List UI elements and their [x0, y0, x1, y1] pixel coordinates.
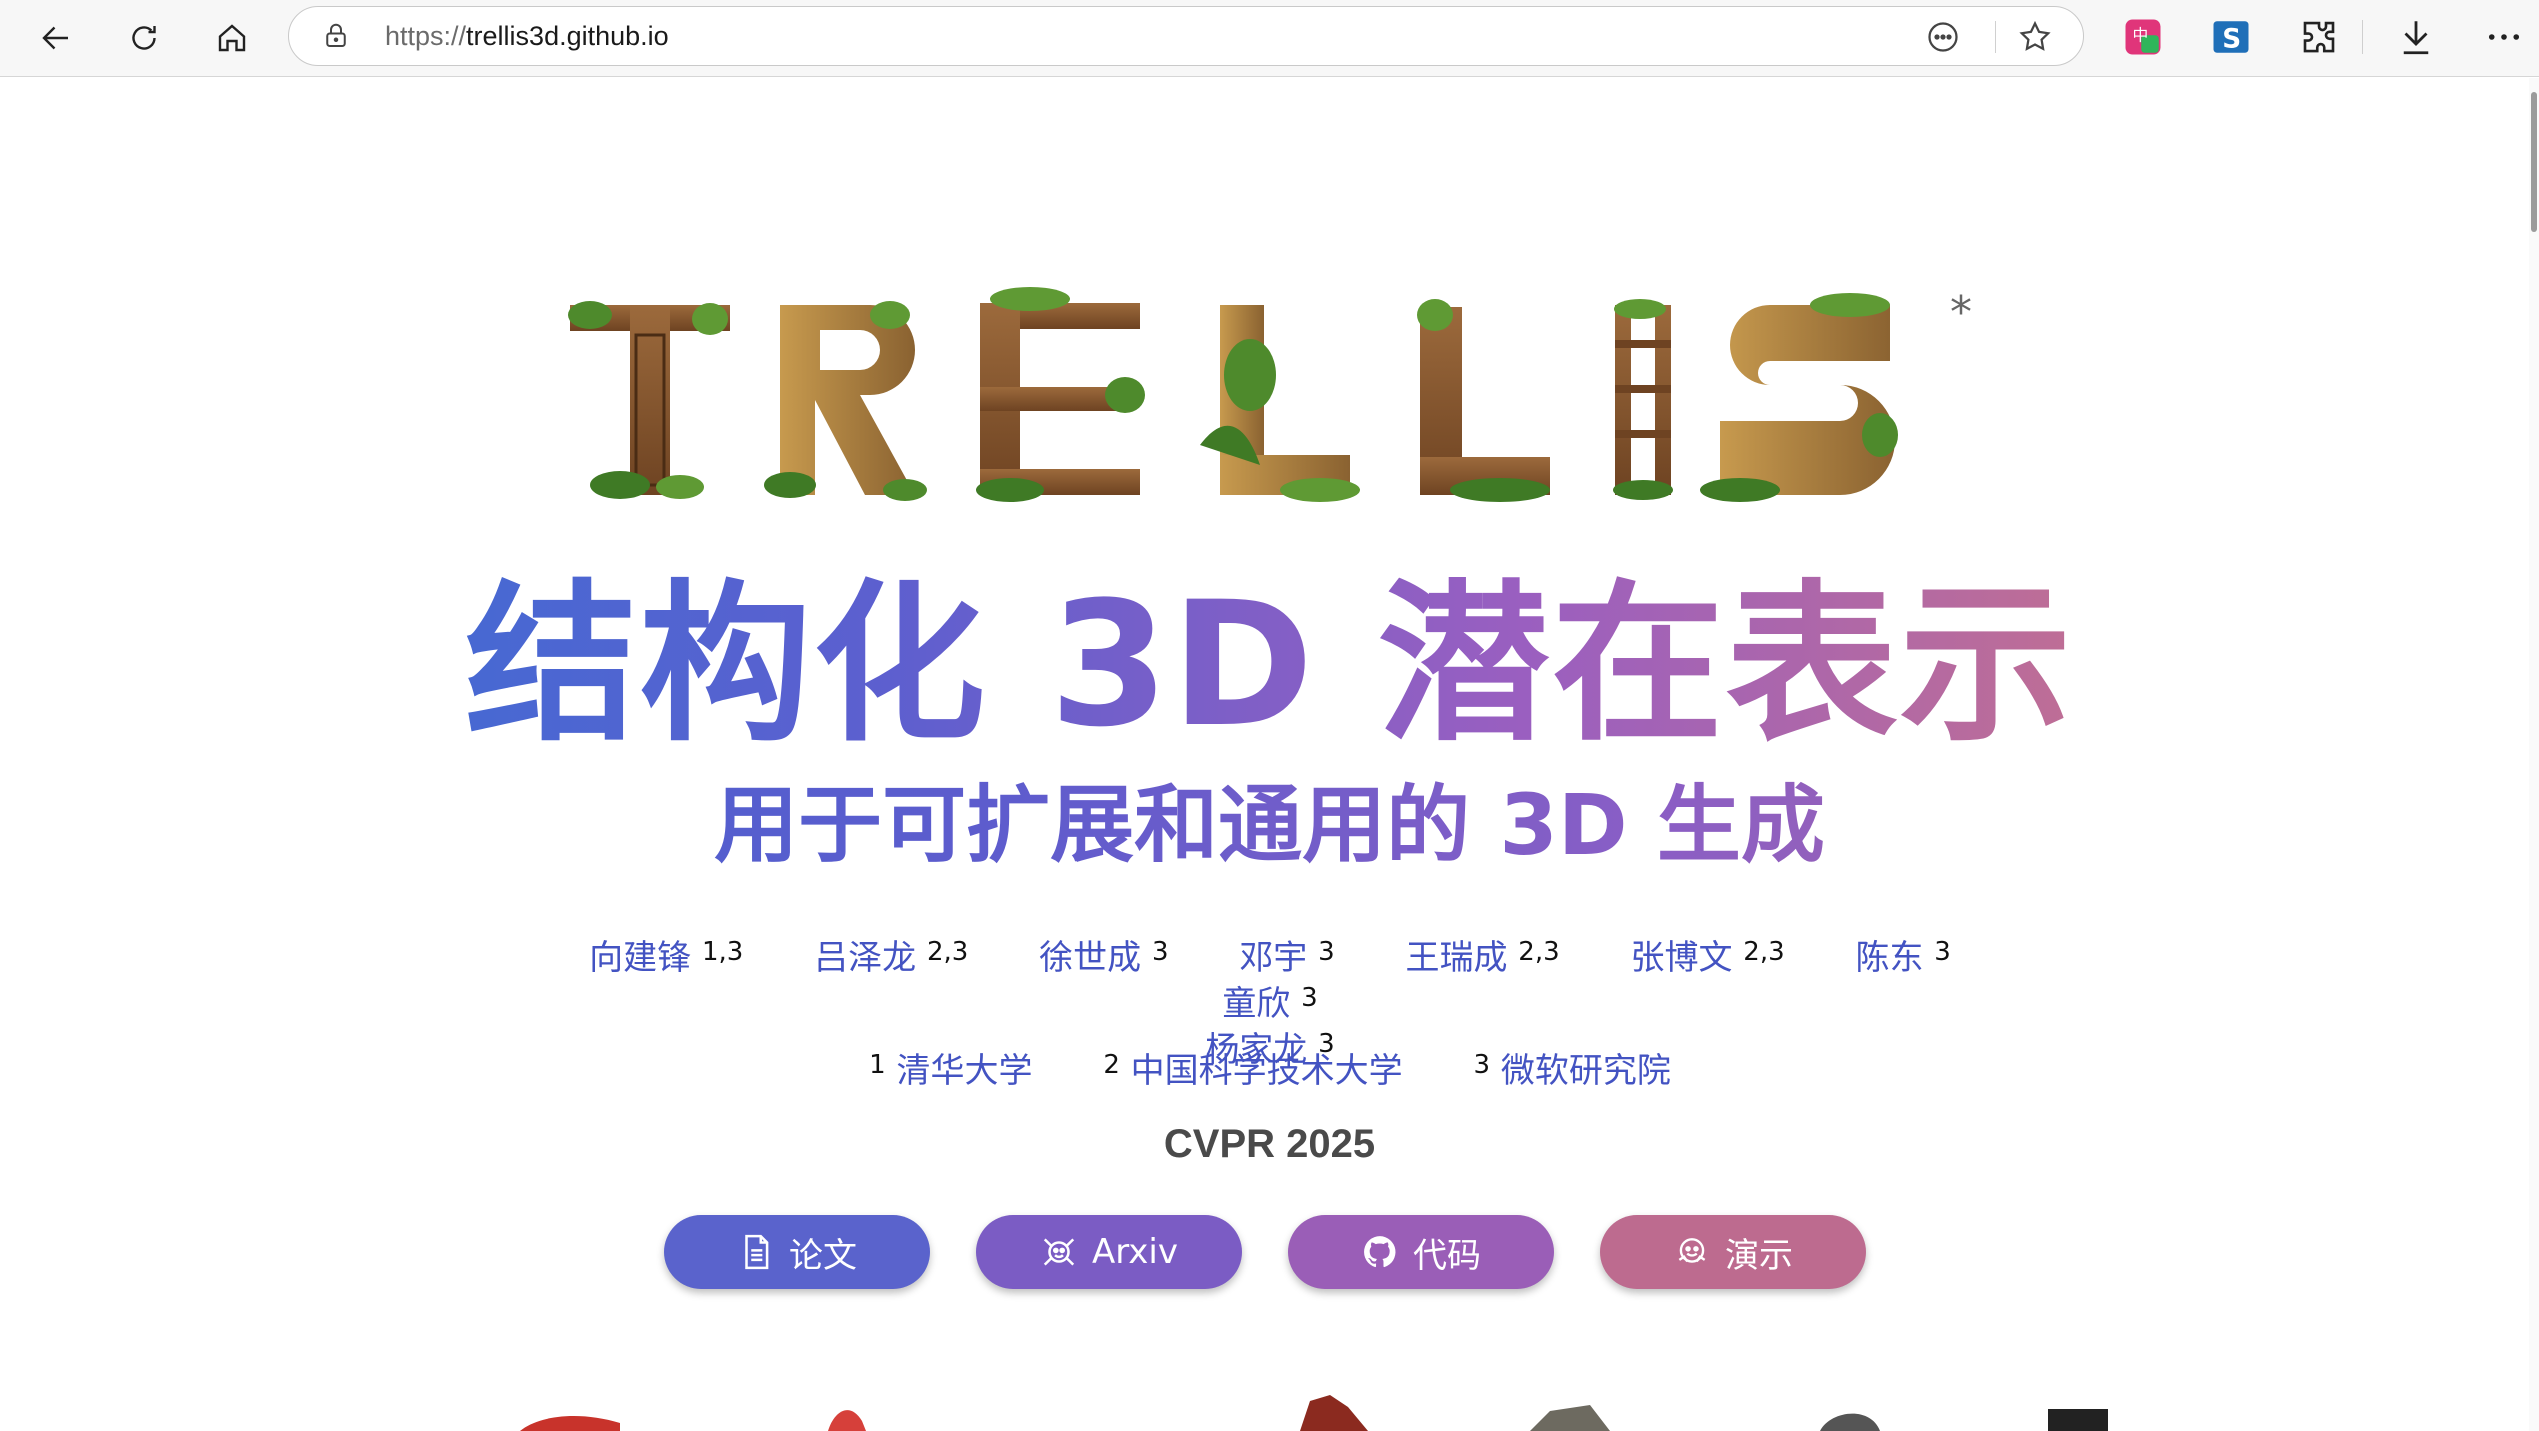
author-sup: 2,3 — [926, 937, 969, 967]
affiliation-list: 1 清华大学 2 中国科学技术大学 3 微软研究院 — [540, 1048, 2000, 1094]
lock-icon[interactable] — [321, 21, 351, 51]
refresh-icon[interactable] — [120, 14, 168, 62]
translate-extension-icon[interactable]: 中 — [2122, 16, 2164, 58]
author-sup: 3 — [1318, 937, 1335, 967]
author-name: 徐世成 — [1039, 938, 1142, 978]
trellis-logo: * — [568, 287, 1972, 502]
toolbar-separator — [2362, 20, 2363, 54]
gallery-asset-house — [1300, 1395, 1368, 1431]
address-bar[interactable]: https://trellis3d.github.io — [288, 6, 2084, 66]
author-name: 王瑞成 — [1405, 938, 1508, 978]
url-scheme: https:// — [385, 21, 467, 51]
affiliation-name: 微软研究院 — [1500, 1051, 1671, 1091]
download-icon[interactable] — [2395, 16, 2437, 58]
logo-letter-t — [568, 301, 730, 499]
author-link[interactable]: 向建锋 1,3 — [589, 935, 743, 981]
author-link[interactable]: 童欣 3 — [1222, 981, 1317, 1027]
author-name: 向建锋 — [589, 938, 692, 978]
browser-toolbar: https://trellis3d.github.io 中 S — [0, 0, 2539, 77]
affiliation: 1 清华大学 — [869, 1048, 1032, 1094]
github-icon — [1364, 1236, 1396, 1268]
arxiv-icon — [1043, 1238, 1075, 1266]
author-sup: 3 — [1151, 937, 1169, 967]
affiliation-sup: 2 — [1103, 1050, 1120, 1080]
affiliation: 3 微软研究院 — [1473, 1048, 1670, 1094]
svg-text:中: 中 — [2133, 26, 2149, 45]
hero-title: 结构化 3D 潜在表示 — [0, 565, 2539, 765]
author-name: 童欣 — [1222, 984, 1291, 1024]
author-link[interactable]: 邓宇 3 — [1239, 935, 1334, 981]
author-name: 邓宇 — [1239, 938, 1308, 978]
back-arrow-icon[interactable] — [32, 14, 80, 62]
address-separator — [1995, 21, 1996, 53]
author-name: 陈东 — [1855, 938, 1924, 978]
demo-button[interactable]: 演示 — [1600, 1215, 1866, 1289]
code-button-label: 代码 — [1413, 1235, 1481, 1276]
author-link[interactable]: 吕泽龙 2,3 — [814, 935, 968, 981]
gallery-preview-strip — [520, 1395, 2108, 1431]
logo-letter-s — [1700, 293, 1898, 502]
home-icon[interactable] — [208, 14, 256, 62]
logo-letter-i — [1613, 299, 1673, 500]
logo-asterisk: * — [1950, 287, 1972, 338]
huggingface-icon — [1678, 1238, 1706, 1263]
gallery-asset-red-item — [828, 1410, 866, 1431]
gallery-asset-camera — [2048, 1409, 2108, 1431]
author-link[interactable]: 张博文 2,3 — [1630, 935, 1784, 981]
gallery-asset-dome — [1820, 1413, 1880, 1431]
more-icon[interactable] — [1925, 19, 1961, 55]
extensions-puzzle-icon[interactable] — [2298, 16, 2340, 58]
affiliation-sup: 1 — [869, 1050, 886, 1080]
affiliation-sup: 3 — [1473, 1050, 1491, 1080]
logo-letter-l — [1200, 305, 1360, 502]
paper-button[interactable]: 论文 — [664, 1215, 930, 1289]
paper-button-label: 论文 — [789, 1235, 857, 1276]
logo-letter-e — [976, 287, 1145, 502]
favorite-star-icon[interactable] — [2017, 19, 2053, 55]
author-sup: 2,3 — [1743, 937, 1785, 967]
code-button[interactable]: 代码 — [1288, 1215, 1554, 1289]
hero-subtitle: 用于可扩展和通用的 3D 生成 — [0, 770, 2539, 880]
url-text[interactable]: https://trellis3d.github.io — [385, 17, 669, 55]
author-sup: 2,3 — [1518, 937, 1560, 967]
venue-label: CVPR 2025 — [1163, 1122, 1376, 1166]
author-link[interactable]: 徐世成 3 — [1039, 935, 1168, 981]
scrollbar-thumb[interactable] — [2531, 92, 2537, 232]
author-name: 张博文 — [1630, 938, 1733, 978]
document-icon — [745, 1234, 769, 1270]
author-name: 吕泽龙 — [814, 938, 917, 978]
url-host: trellis3d.github.io — [466, 21, 669, 51]
svg-text:S: S — [2222, 25, 2241, 55]
author-sup: 3 — [1301, 983, 1318, 1013]
affiliation-name: 清华大学 — [896, 1051, 1033, 1091]
demo-button-label: 演示 — [1725, 1235, 1793, 1276]
arxiv-button[interactable]: Arxiv — [976, 1215, 1242, 1289]
arxiv-button-label: Arxiv — [1091, 1232, 1178, 1272]
gallery-asset-red-car — [520, 1416, 620, 1431]
author-sup: 3 — [1934, 937, 1951, 967]
author-link[interactable]: 陈东 3 — [1855, 935, 1950, 981]
affiliation-name: 中国科学技术大学 — [1130, 1051, 1403, 1091]
s-extension-icon[interactable]: S — [2210, 16, 2252, 58]
gallery-asset-machine — [1530, 1405, 1610, 1431]
author-link[interactable]: 王瑞成 2,3 — [1405, 935, 1559, 981]
logo-letter-l2 — [1417, 299, 1550, 502]
menu-ellipsis-icon[interactable] — [2483, 16, 2525, 58]
logo-letter-r — [764, 301, 927, 501]
author-sup: 1,3 — [701, 937, 744, 967]
affiliation: 2 中国科学技术大学 — [1103, 1048, 1402, 1094]
